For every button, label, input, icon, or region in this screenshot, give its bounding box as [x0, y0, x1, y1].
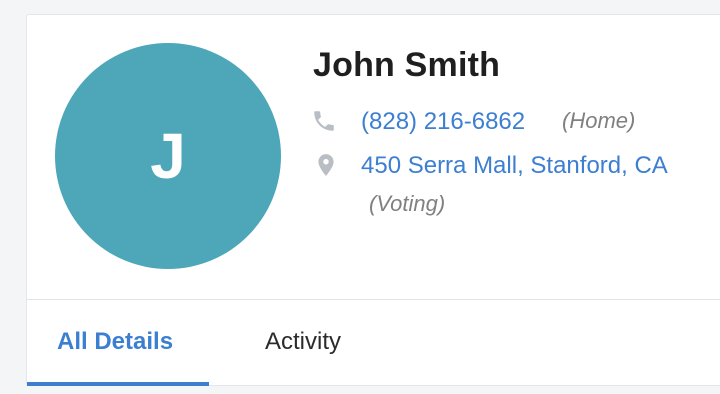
contact-name: John Smith — [313, 46, 501, 84]
address-link[interactable]: 450 Serra Mall, Stanford, CA — [361, 152, 668, 180]
phone-icon — [311, 108, 337, 134]
tab-all-details[interactable]: All Details — [57, 328, 173, 356]
active-tab-indicator — [27, 382, 209, 386]
avatar-initial: J — [150, 120, 186, 192]
phone-link[interactable]: (828) 216-6862 — [361, 108, 525, 136]
contact-card: J John Smith (828) 216-6862 (Home) 450 S… — [26, 14, 720, 386]
location-pin-icon — [313, 152, 339, 178]
address-type-label: (Voting) — [369, 191, 446, 216]
tabs-divider — [27, 299, 720, 300]
tab-activity[interactable]: Activity — [265, 328, 341, 356]
avatar: J — [55, 43, 281, 269]
phone-type-label: (Home) — [562, 108, 636, 133]
